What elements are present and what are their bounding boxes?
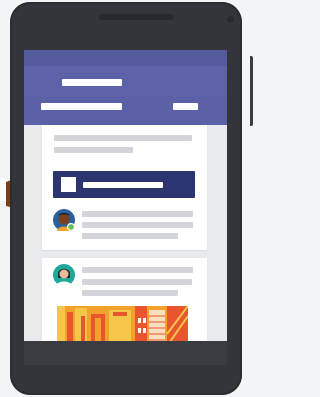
app-header (24, 50, 227, 125)
text-line-placeholder (54, 147, 133, 153)
banner-text-placeholder (83, 182, 163, 188)
announcement-banner[interactable] (53, 171, 195, 198)
banner-icon (61, 177, 76, 192)
illustration (0, 0, 254, 397)
post-image[interactable] (57, 306, 188, 346)
text-line-placeholder (82, 233, 178, 239)
text-line-placeholder (82, 211, 193, 217)
text-line-placeholder (82, 222, 193, 228)
person-avatar-icon[interactable] (53, 264, 75, 286)
speaker-grille (99, 14, 174, 20)
person-avatar-icon[interactable] (53, 209, 76, 232)
text-line-placeholder (82, 279, 192, 285)
side-button (250, 56, 253, 126)
header-tab-placeholder[interactable] (41, 103, 122, 110)
text-line-placeholder (82, 267, 193, 273)
status-bar (24, 50, 227, 66)
header-title-placeholder (62, 79, 122, 86)
text-line-placeholder (54, 135, 192, 141)
bottom-navigation-bar[interactable] (24, 341, 227, 365)
front-camera (227, 16, 234, 23)
text-line-placeholder (82, 290, 178, 296)
phone-screen (24, 50, 227, 365)
online-status-icon (66, 222, 76, 232)
header-action-placeholder[interactable] (173, 103, 198, 110)
post-card[interactable] (42, 125, 207, 250)
